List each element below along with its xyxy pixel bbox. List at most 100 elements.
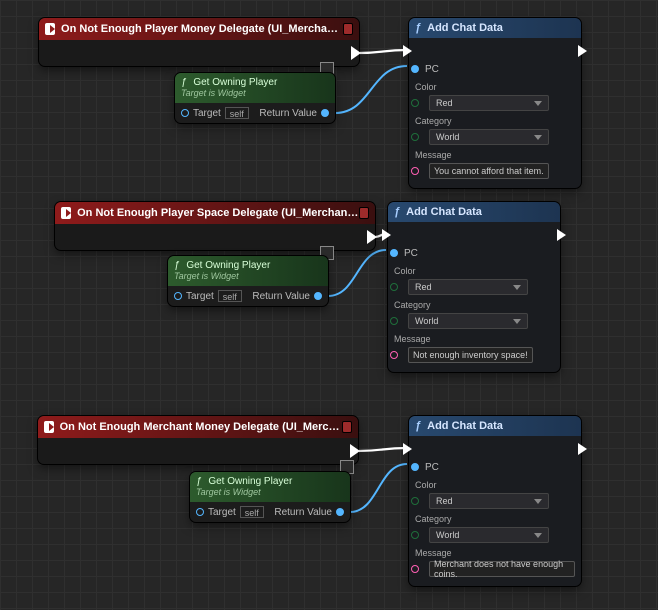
target-label: Target xyxy=(208,507,236,518)
category-label: Category xyxy=(394,300,554,310)
event-node-2[interactable]: On Not Enough Merchant Money Delegate (U… xyxy=(38,416,358,464)
func-title: Add Chat Data xyxy=(427,22,503,34)
add-chat-data-node-2[interactable]: ƒ Add Chat Data PC Color Red Category xyxy=(409,416,581,586)
category-dropdown[interactable]: World xyxy=(429,527,549,543)
event-node-0[interactable]: On Not Enough Player Money Delegate (UI_… xyxy=(39,18,359,66)
delegate-badge-icon xyxy=(359,207,369,219)
message-value: Not enough inventory space! xyxy=(413,350,528,360)
pc-label: PC xyxy=(425,462,439,473)
color-label: Color xyxy=(415,480,575,490)
self-input[interactable]: self xyxy=(225,107,249,119)
function-f-icon: ƒ xyxy=(415,22,421,34)
func-title: Add Chat Data xyxy=(406,206,482,218)
add-chat-data-node-0[interactable]: ƒ Add Chat Data PC Color Red Category xyxy=(409,18,581,188)
message-value: Merchant does not have enough coins. xyxy=(434,559,570,579)
message-label: Message xyxy=(415,150,575,160)
color-label: Color xyxy=(394,266,554,276)
pc-pin[interactable] xyxy=(411,463,419,471)
category-dropdown[interactable]: World xyxy=(408,313,528,329)
chevron-down-icon xyxy=(534,101,542,106)
get-owning-player-node-2[interactable]: ƒ Get Owning Player Target is Widget Tar… xyxy=(190,472,350,522)
color-value: Red xyxy=(415,282,432,292)
target-label: Target xyxy=(193,108,221,119)
chevron-down-icon xyxy=(534,533,542,538)
delegate-badge-icon xyxy=(342,421,352,433)
message-label: Message xyxy=(394,334,554,344)
message-pin[interactable] xyxy=(390,351,398,359)
message-input[interactable]: You cannot afford that item. xyxy=(429,163,549,179)
event-icon xyxy=(61,207,71,219)
event-title: On Not Enough Player Space Delegate (UI_… xyxy=(77,207,358,219)
message-pin[interactable] xyxy=(411,565,419,573)
target-pin[interactable] xyxy=(181,109,189,117)
self-input[interactable]: self xyxy=(240,506,264,518)
color-dropdown[interactable]: Red xyxy=(429,493,549,509)
pc-label: PC xyxy=(404,248,418,259)
pc-pin[interactable] xyxy=(411,65,419,73)
category-value: World xyxy=(415,316,438,326)
color-value: Red xyxy=(436,496,453,506)
color-pin[interactable] xyxy=(411,497,419,505)
category-pin[interactable] xyxy=(411,531,419,539)
pure-header: ƒ Get Owning Player Target is Widget xyxy=(175,73,335,103)
message-input[interactable]: Merchant does not have enough coins. xyxy=(429,561,575,577)
target-pin[interactable] xyxy=(196,508,204,516)
get-owning-player-node-0[interactable]: ƒ Get Owning Player Target is Widget Tar… xyxy=(175,73,335,123)
return-label: Return Value xyxy=(252,291,310,302)
pure-subtitle: Target is Widget xyxy=(181,88,246,98)
exec-in-pin[interactable] xyxy=(403,45,412,57)
delegate-badge-icon xyxy=(343,23,353,35)
category-dropdown[interactable]: World xyxy=(429,129,549,145)
message-pin[interactable] xyxy=(411,167,419,175)
color-pin[interactable] xyxy=(390,283,398,291)
get-owning-player-node-1[interactable]: ƒ Get Owning Player Target is Widget Tar… xyxy=(168,256,328,306)
category-pin[interactable] xyxy=(411,133,419,141)
exec-out-pin[interactable] xyxy=(367,230,377,244)
event-title: On Not Enough Player Money Delegate (UI_… xyxy=(61,23,343,35)
exec-in-pin[interactable] xyxy=(403,443,412,455)
pc-label: PC xyxy=(425,64,439,75)
pure-header: ƒ Get Owning Player Target is Widget xyxy=(190,472,350,502)
color-pin[interactable] xyxy=(411,99,419,107)
category-value: World xyxy=(436,530,459,540)
func-header: ƒ Add Chat Data xyxy=(388,202,560,222)
exec-out-pin[interactable] xyxy=(557,229,566,241)
event-body xyxy=(39,40,359,66)
category-value: World xyxy=(436,132,459,142)
color-label: Color xyxy=(415,82,575,92)
function-f-icon: ƒ xyxy=(415,420,421,432)
exec-out-pin[interactable] xyxy=(350,444,360,458)
message-input[interactable]: Not enough inventory space! xyxy=(408,347,533,363)
exec-out-pin[interactable] xyxy=(578,45,587,57)
event-node-1[interactable]: On Not Enough Player Space Delegate (UI_… xyxy=(55,202,375,250)
event-header: On Not Enough Player Money Delegate (UI_… xyxy=(39,18,359,40)
event-icon xyxy=(45,23,55,35)
color-dropdown[interactable]: Red xyxy=(429,95,549,111)
event-icon xyxy=(44,421,54,433)
category-pin[interactable] xyxy=(390,317,398,325)
color-value: Red xyxy=(436,98,453,108)
exec-out-pin[interactable] xyxy=(351,46,361,60)
target-pin[interactable] xyxy=(174,292,182,300)
chevron-down-icon xyxy=(513,285,521,290)
add-chat-data-node-1[interactable]: ƒ Add Chat Data PC Color Red Category xyxy=(388,202,560,372)
function-f-icon: ƒ xyxy=(394,206,400,218)
pc-pin[interactable] xyxy=(390,249,398,257)
color-dropdown[interactable]: Red xyxy=(408,279,528,295)
return-value-pin[interactable] xyxy=(321,109,329,117)
exec-in-pin[interactable] xyxy=(382,229,391,241)
return-value-pin[interactable] xyxy=(336,508,344,516)
pure-body: Target self Return Value xyxy=(175,103,335,123)
pure-title: Get Owning Player xyxy=(186,260,270,271)
chevron-down-icon xyxy=(513,319,521,324)
message-label: Message xyxy=(415,548,575,558)
chevron-down-icon xyxy=(534,135,542,140)
event-body xyxy=(38,438,358,464)
exec-out-pin[interactable] xyxy=(578,443,587,455)
pure-title: Get Owning Player xyxy=(193,77,277,88)
return-label: Return Value xyxy=(259,108,317,119)
message-value: You cannot afford that item. xyxy=(434,166,544,176)
return-value-pin[interactable] xyxy=(314,292,322,300)
self-input[interactable]: self xyxy=(218,290,242,302)
event-title: On Not Enough Merchant Money Delegate (U… xyxy=(60,421,342,433)
